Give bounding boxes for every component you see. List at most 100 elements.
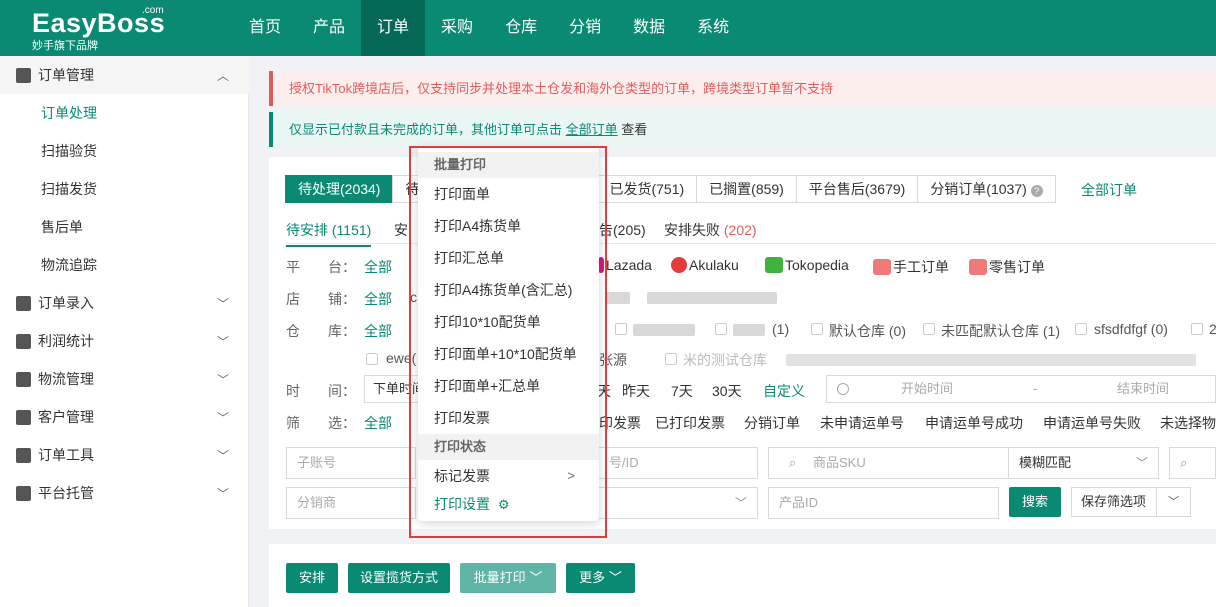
nav-distribution[interactable]: 分销: [553, 0, 617, 56]
pickup-method-button[interactable]: 设置揽货方式: [348, 563, 450, 593]
platform-retail[interactable]: 零售订单: [969, 257, 1045, 277]
sidebar-item-aftersale[interactable]: 售后单: [0, 208, 249, 246]
sidebar-group-logistics[interactable]: 物流管理 ﹀: [0, 360, 249, 398]
filter-printed-invoice[interactable]: 已打印发票: [655, 413, 725, 433]
menu-print-a4-picking[interactable]: 打印A4拣货单: [418, 211, 599, 241]
sidebar-item-order-process[interactable]: 订单处理: [0, 94, 249, 132]
filter-no-logistics[interactable]: 未选择物: [1160, 413, 1216, 433]
time-yesterday[interactable]: 昨天: [622, 381, 650, 401]
nav-purchase[interactable]: 采购: [425, 0, 489, 56]
all-orders-link[interactable]: 全部订单: [566, 122, 618, 137]
menu-print-settings[interactable]: 打印设置 ⚙: [418, 489, 599, 519]
nav-system[interactable]: 系统: [681, 0, 745, 56]
time-custom[interactable]: 自定义: [763, 381, 805, 401]
sidebar-group-profit[interactable]: 利润统计 ﹀: [0, 322, 249, 360]
filter-waybill-success[interactable]: 申请运单号成功: [925, 413, 1023, 433]
nav-home[interactable]: 首页: [233, 0, 297, 56]
time-7days[interactable]: 7天: [671, 381, 693, 401]
help-icon[interactable]: ?: [1030, 185, 1043, 197]
platform-manual[interactable]: 手工订单: [873, 257, 949, 277]
filter-distribution[interactable]: 分销订单: [744, 413, 800, 433]
more-button[interactable]: 更多 ﹀: [566, 563, 635, 593]
tab-shipped[interactable]: 已发货(751): [596, 175, 698, 203]
sidebar-group-customer[interactable]: 客户管理 ﹀: [0, 398, 249, 436]
sidebar-item-scan-ship[interactable]: 扫描发货: [0, 170, 249, 208]
arrange-button[interactable]: 安排: [286, 563, 338, 593]
nav-products[interactable]: 产品: [297, 0, 361, 56]
distributor-select[interactable]: ﹀: [598, 487, 758, 519]
menu-print-summary[interactable]: 打印汇总单: [418, 243, 599, 273]
sidebar-item-scan-inspect[interactable]: 扫描验货: [0, 132, 249, 170]
sidebar-group-hosting[interactable]: 平台托管 ﹀: [0, 474, 249, 512]
all-orders-tab-link[interactable]: 全部订单: [1081, 180, 1137, 200]
save-filter-button[interactable]: 保存筛选项 ﹀: [1071, 487, 1191, 517]
menu-print-invoice[interactable]: 打印发票: [418, 403, 599, 433]
menu-print-label-10x10[interactable]: 打印面单+10*10配货单: [418, 339, 599, 369]
subtab-third[interactable]: 告(205): [599, 220, 646, 240]
sidebar-group-tools[interactable]: 订单工具 ﹀: [0, 436, 249, 474]
nav-warehouse[interactable]: 仓库: [489, 0, 553, 56]
warehouse-checkbox[interactable]: [923, 323, 935, 335]
nav-data[interactable]: 数据: [617, 0, 681, 56]
tab-aftersale[interactable]: 平台售后(3679): [795, 175, 919, 203]
time-type-select[interactable]: 下单时间: [364, 375, 420, 403]
time-today[interactable]: 天: [597, 381, 611, 401]
platform-tokopedia[interactable]: Tokopedia: [765, 257, 849, 273]
menu-print-label[interactable]: 打印面单: [418, 179, 599, 209]
sku-input[interactable]: ⌕ 商品SKU: [768, 447, 1009, 479]
date-range-picker[interactable]: 开始时间 - 结束时间: [826, 375, 1216, 403]
warehouse-item[interactable]: 2: [1209, 321, 1216, 337]
menu-print-10x10[interactable]: 打印10*10配货单: [418, 307, 599, 337]
warehouse-ewe[interactable]: ewe(: [386, 350, 416, 366]
brand-logo[interactable]: EasyBoss .com 妙手旗下品牌: [30, 5, 170, 52]
platform-akulaku[interactable]: Akulaku: [671, 257, 739, 273]
warehouse-checkbox[interactable]: [665, 353, 677, 365]
warehouse-unmatched[interactable]: 未匹配默认仓库 (1): [941, 321, 1060, 341]
tab-shelved[interactable]: 已搁置(859): [696, 175, 797, 203]
filter-unprinted-invoice[interactable]: 印发票: [599, 413, 641, 433]
extra-search-input[interactable]: ⌕: [1169, 447, 1216, 479]
sidebar-group-order-entry[interactable]: 订单录入 ﹀: [0, 284, 249, 322]
main-nav: 首页 产品 订单 采购 仓库 分销 数据 系统: [233, 0, 745, 56]
subtab-failed[interactable]: 安排失败 (202): [664, 220, 757, 240]
sidebar-group-order-manage[interactable]: 订单管理 ︿: [0, 56, 249, 94]
order-id-input[interactable]: 号/ID: [598, 447, 758, 479]
platform-lazada[interactable]: Lazada: [598, 257, 652, 273]
warehouse-default[interactable]: 默认仓库 (0): [829, 321, 906, 341]
nav-orders[interactable]: 订单: [361, 0, 426, 56]
warehouse-checkbox[interactable]: [811, 323, 823, 335]
batch-print-button[interactable]: 批量打印 ﹀: [460, 563, 556, 593]
warehouse-checkbox[interactable]: [1075, 323, 1087, 335]
filter-all[interactable]: 全部: [364, 413, 392, 433]
warehouse-mi[interactable]: 米的测试仓库: [683, 350, 767, 370]
search-button[interactable]: 搜索: [1009, 487, 1061, 517]
warehouse-all[interactable]: 全部: [364, 321, 392, 341]
subtab-arranging[interactable]: 安: [394, 220, 408, 240]
sidebar-item-logistics-track[interactable]: 物流追踪: [0, 246, 249, 284]
match-mode-select[interactable]: 模糊匹配 ﹀: [1008, 447, 1159, 479]
time-30days[interactable]: 30天: [712, 381, 742, 401]
warehouse-checkbox[interactable]: [1191, 323, 1203, 335]
start-time-input[interactable]: 开始时间: [901, 376, 953, 402]
filter-no-waybill[interactable]: 未申请运单号: [820, 413, 904, 433]
sub-account-input[interactable]: 子账号: [286, 447, 416, 479]
shop-item[interactable]: c: [410, 289, 417, 305]
platform-all[interactable]: 全部: [364, 257, 392, 277]
warehouse-item[interactable]: (1): [772, 321, 789, 337]
warehouse-checkbox[interactable]: [366, 353, 378, 365]
menu-mark-invoice[interactable]: 标记发票 >: [418, 461, 599, 491]
warehouse-sfsd[interactable]: sfsdfdfgf (0): [1094, 321, 1168, 337]
menu-print-label-summary[interactable]: 打印面单+汇总单: [418, 371, 599, 401]
tab-pending[interactable]: 待处理(2034): [285, 175, 394, 203]
filter-waybill-failed[interactable]: 申请运单号失败: [1043, 413, 1141, 433]
tab-distribution[interactable]: 分销订单(1037)?: [917, 175, 1056, 203]
warehouse-checkbox[interactable]: [615, 323, 627, 335]
product-id-input[interactable]: 产品ID: [768, 487, 999, 519]
distributor-input[interactable]: 分销商: [286, 487, 416, 519]
chevron-down-icon[interactable]: ﹀: [1168, 488, 1179, 516]
end-time-input[interactable]: 结束时间: [1117, 376, 1169, 402]
warehouse-zhang[interactable]: 张源: [599, 350, 627, 370]
warehouse-checkbox[interactable]: [715, 323, 727, 335]
shop-all[interactable]: 全部: [364, 289, 392, 309]
menu-print-a4-picking-summary[interactable]: 打印A4拣货单(含汇总): [418, 275, 599, 305]
